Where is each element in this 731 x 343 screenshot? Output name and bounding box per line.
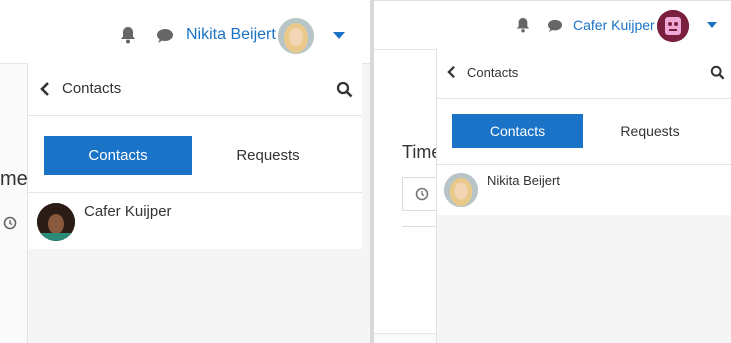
chevron-down-icon[interactable] [707, 22, 717, 28]
chevron-down-icon[interactable] [333, 32, 345, 39]
user-menu-name[interactable]: Cafer Kuijper [573, 17, 655, 33]
background-line [402, 226, 436, 227]
user-avatar[interactable] [657, 10, 689, 42]
contacts-panel: Contacts Contacts Requests Nikita Beijer… [436, 48, 731, 343]
contact-name: Nikita Beijert [487, 173, 560, 188]
panel-header: Contacts [28, 63, 362, 116]
panel-title: Contacts [467, 65, 519, 80]
background-app-left [0, 63, 28, 343]
search-icon[interactable] [710, 65, 725, 85]
top-bar: Nikita Beijert [0, 0, 370, 64]
chat-icon[interactable] [547, 19, 563, 38]
panel-header: Contacts [437, 48, 731, 99]
background-partial-text: me [0, 168, 28, 190]
bell-icon[interactable] [516, 17, 530, 38]
right-pane: Time Cafer Kuijper Contacts Contacts Req… [374, 0, 731, 343]
contact-avatar [444, 173, 478, 207]
panel-title: Contacts [62, 80, 122, 97]
contact-name: Cafer Kuijper [84, 203, 172, 220]
back-chevron-icon[interactable] [40, 81, 50, 102]
tab-contacts[interactable]: Contacts [44, 136, 192, 175]
tabs-area: Contacts Requests [28, 116, 362, 192]
tab-contacts[interactable]: Contacts [452, 114, 583, 148]
back-chevron-icon[interactable] [447, 65, 456, 84]
clock-icon [415, 187, 429, 206]
list-item[interactable]: Nikita Beijert [437, 164, 731, 215]
contacts-panel: Contacts Contacts Requests Cafer Kuijper [27, 63, 362, 343]
user-avatar[interactable] [278, 18, 314, 54]
tab-requests[interactable]: Requests [583, 114, 717, 148]
tabs-area: Contacts Requests [437, 99, 731, 164]
background-clock-icon [3, 216, 17, 235]
list-item[interactable]: Cafer Kuijper [28, 192, 362, 249]
chat-icon[interactable] [156, 28, 174, 49]
user-menu-name[interactable]: Nikita Beijert [186, 26, 276, 44]
bell-icon[interactable] [120, 26, 136, 49]
left-pane: me Nikita Beijert Contacts Contacts Requ… [0, 0, 370, 343]
search-icon[interactable] [336, 81, 353, 103]
contact-avatar [37, 203, 75, 241]
tab-requests[interactable]: Requests [192, 136, 344, 175]
top-bar-right: Cafer Kuijper [374, 0, 731, 50]
